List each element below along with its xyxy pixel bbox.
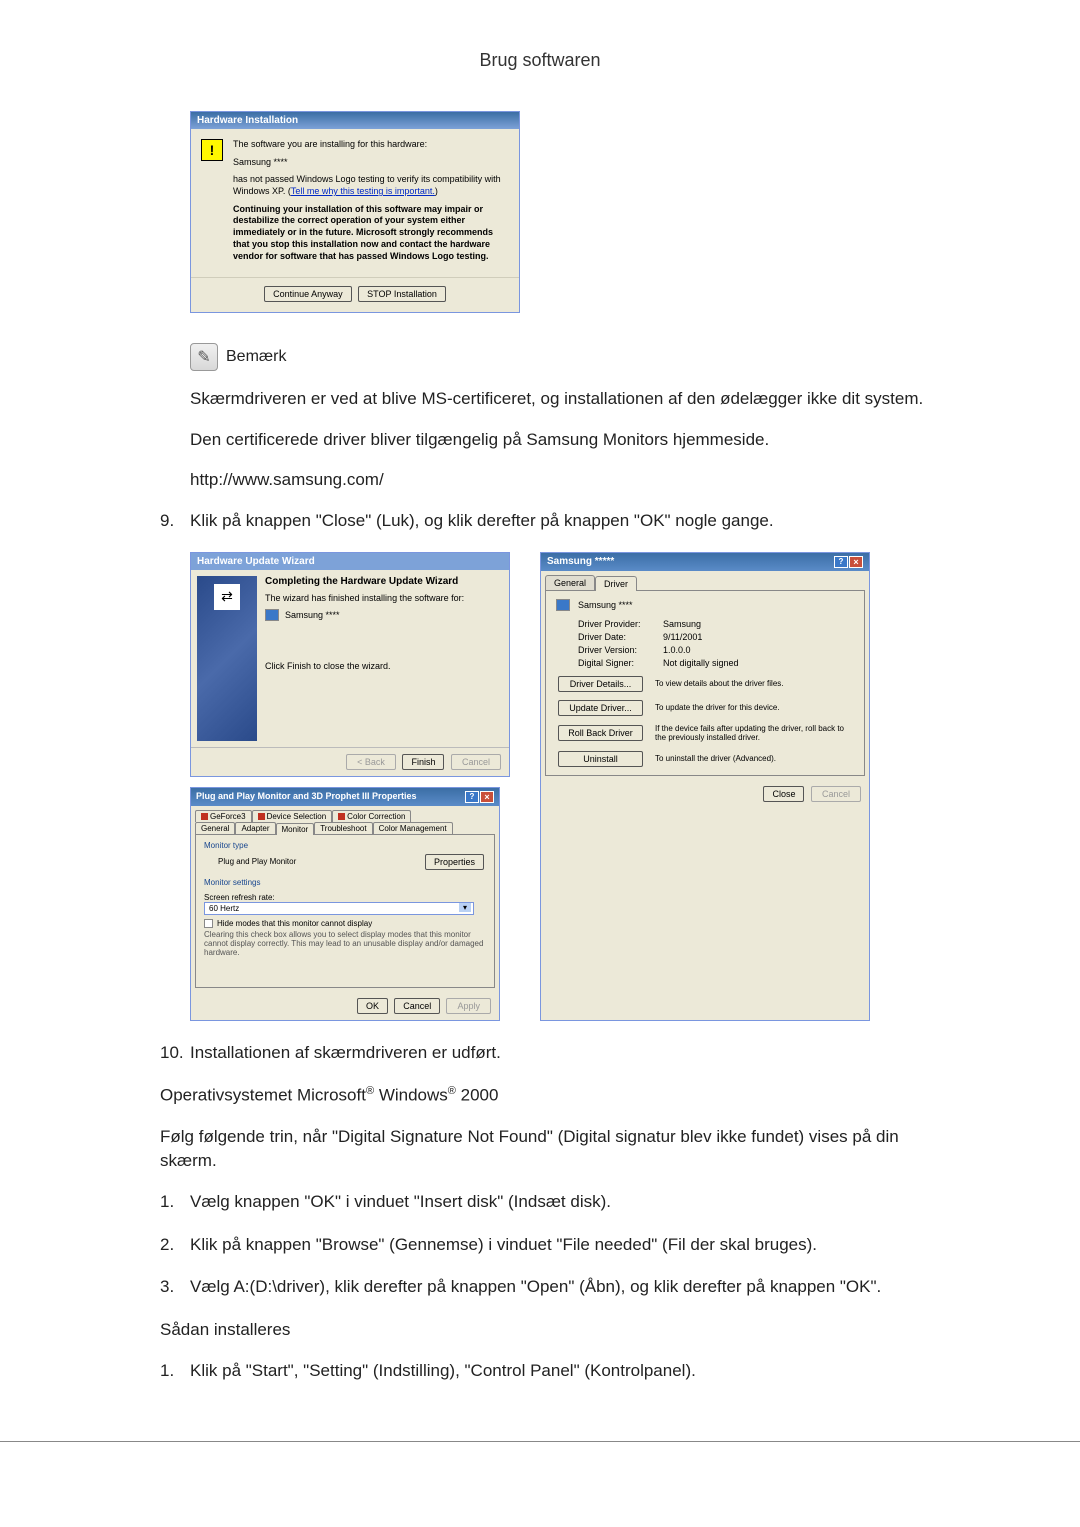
driver-version-value: 1.0.0.0 — [663, 645, 691, 655]
wizard-line1: The wizard has finished installing the s… — [265, 593, 503, 603]
digital-signer-label: Digital Signer: — [578, 658, 663, 668]
tab-driver[interactable]: Driver — [595, 576, 637, 591]
cancel-button[interactable]: Cancel — [394, 998, 440, 1014]
tab-color-correction[interactable]: Color Correction — [332, 810, 411, 822]
hw-device: Samsung **** — [233, 157, 509, 169]
hardware-installation-dialog: Hardware Installation ! The software you… — [190, 111, 520, 313]
os-2000-heading: Operativsystemet Microsoft® Windows® 200… — [160, 1083, 950, 1108]
ok-button[interactable]: OK — [357, 998, 388, 1014]
hide-modes-desc: Clearing this check box allows you to se… — [204, 930, 486, 957]
monitor-type-value: Plug and Play Monitor — [218, 857, 296, 866]
uninstall-button[interactable]: Uninstall — [558, 751, 643, 767]
tab-general[interactable]: General — [545, 575, 595, 590]
monitor-settings-label: Monitor settings — [204, 878, 486, 887]
install-step-1-number: 1. — [160, 1359, 190, 1384]
digital-signer-value: Not digitally signed — [663, 658, 739, 668]
tab-general[interactable]: General — [195, 822, 235, 834]
tab-color-management[interactable]: Color Management — [373, 822, 453, 834]
note-label: Bemærk — [226, 348, 286, 366]
win2000-step-row: 2.Klik på knappen "Browse" (Gennemse) i … — [160, 1233, 950, 1258]
logo-testing-link[interactable]: Tell me why this testing is important. — [291, 186, 435, 196]
tab-adapter[interactable]: Adapter — [235, 822, 275, 834]
stop-installation-button[interactable]: STOP Installation — [358, 286, 446, 302]
step-text: Klik på knappen "Browse" (Gennemse) i vi… — [190, 1233, 950, 1258]
finish-button[interactable]: Finish — [402, 754, 444, 770]
close-icon[interactable]: × — [480, 791, 494, 803]
close-icon[interactable]: × — [849, 556, 863, 568]
driver-provider-label: Driver Provider: — [578, 619, 663, 629]
driver-provider-value: Samsung — [663, 619, 701, 629]
driver-device: Samsung **** — [578, 600, 633, 610]
step-9-text: Klik på knappen "Close" (Luk), og klik d… — [190, 509, 950, 534]
monitor-icon — [556, 599, 570, 611]
driver-dialog-title: Samsung ***** — [547, 556, 614, 568]
wizard-device: Samsung **** — [285, 610, 340, 620]
monitor-properties-dialog: Plug and Play Monitor and 3D Prophet III… — [190, 787, 500, 1021]
driver-properties-dialog: Samsung ***** ? × General Driver Samsung… — [540, 552, 870, 1021]
note-icon — [190, 343, 218, 371]
refresh-rate-dropdown[interactable]: 60 Hertz — [204, 902, 474, 915]
rollback-driver-desc: If the device fails after updating the d… — [655, 724, 854, 743]
continue-anyway-button[interactable]: Continue Anyway — [264, 286, 352, 302]
driver-date-label: Driver Date: — [578, 632, 663, 642]
cancel-button: Cancel — [811, 786, 861, 802]
driver-details-desc: To view details about the driver files. — [655, 679, 784, 689]
body-text-2: Den certificerede driver bliver tilgænge… — [190, 428, 950, 453]
rollback-driver-button[interactable]: Roll Back Driver — [558, 725, 643, 741]
uninstall-desc: To uninstall the driver (Advanced). — [655, 754, 776, 764]
tab-troubleshoot[interactable]: Troubleshoot — [314, 822, 372, 834]
wizard-sidebar-graphic: ⇄ — [197, 576, 257, 741]
hide-modes-checkbox[interactable] — [204, 919, 213, 928]
dialog-title: Hardware Installation — [191, 112, 519, 129]
wizard-icon: ⇄ — [214, 584, 240, 610]
update-driver-button[interactable]: Update Driver... — [558, 700, 643, 716]
step-10-text: Installationen af skærmdriveren er udfør… — [190, 1041, 950, 1066]
driver-details-button[interactable]: Driver Details... — [558, 676, 643, 692]
hardware-update-wizard-dialog: Hardware Update Wizard ⇄ Completing the … — [190, 552, 510, 777]
wizard-line2: Click Finish to close the wizard. — [265, 661, 503, 671]
wizard-heading: Completing the Hardware Update Wizard — [265, 576, 503, 587]
cancel-button: Cancel — [451, 754, 501, 770]
step-text: Vælg knappen "OK" i vinduet "Insert disk… — [190, 1190, 950, 1215]
install-step-1-text: Klik på "Start", "Setting" (Indstilling)… — [190, 1359, 950, 1384]
step-10-number: 10. — [160, 1041, 190, 1066]
back-button: < Back — [346, 754, 396, 770]
driver-version-label: Driver Version: — [578, 645, 663, 655]
tab-device-selection[interactable]: Device Selection — [252, 810, 333, 822]
hide-modes-label: Hide modes that this monitor cannot disp… — [217, 919, 372, 928]
win2000-step-row: 1.Vælg knappen "OK" i vinduet "Insert di… — [160, 1190, 950, 1215]
install-heading: Sådan installeres — [160, 1318, 950, 1343]
properties-button[interactable]: Properties — [425, 854, 484, 870]
hw-line2: has not passed Windows Logo testing to v… — [233, 174, 509, 197]
monitor-type-label: Monitor type — [204, 841, 486, 850]
warning-icon: ! — [201, 139, 223, 161]
hw-line1: The software you are installing for this… — [233, 139, 509, 151]
refresh-rate-label: Screen refresh rate: — [204, 893, 486, 902]
monitor-dialog-title: Plug and Play Monitor and 3D Prophet III… — [196, 791, 417, 803]
body-text-3: Følg følgende trin, når "Digital Signatu… — [160, 1125, 950, 1174]
wizard-title: Hardware Update Wizard — [191, 553, 509, 570]
page-title: Brug softwaren — [130, 50, 950, 71]
step-number: 2. — [160, 1233, 190, 1258]
win2000-step-row: 3.Vælg A:(D:\driver), klik derefter på k… — [160, 1275, 950, 1300]
samsung-url: http://www.samsung.com/ — [190, 468, 950, 493]
update-driver-desc: To update the driver for this device. — [655, 703, 780, 713]
step-number: 3. — [160, 1275, 190, 1300]
help-icon[interactable]: ? — [465, 791, 479, 803]
step-text: Vælg A:(D:\driver), klik derefter på kna… — [190, 1275, 950, 1300]
step-number: 1. — [160, 1190, 190, 1215]
hw-warning-text: Continuing your installation of this sof… — [233, 204, 509, 262]
help-icon[interactable]: ? — [834, 556, 848, 568]
driver-date-value: 9/11/2001 — [663, 632, 702, 642]
apply-button: Apply — [446, 998, 491, 1014]
close-button[interactable]: Close — [763, 786, 804, 802]
tab-geforce3[interactable]: GeForce3 — [195, 810, 252, 822]
step-9-number: 9. — [160, 509, 190, 534]
monitor-icon — [265, 609, 279, 621]
body-text-1: Skærmdriveren er ved at blive MS-certifi… — [190, 387, 950, 412]
tab-monitor[interactable]: Monitor — [276, 823, 315, 835]
